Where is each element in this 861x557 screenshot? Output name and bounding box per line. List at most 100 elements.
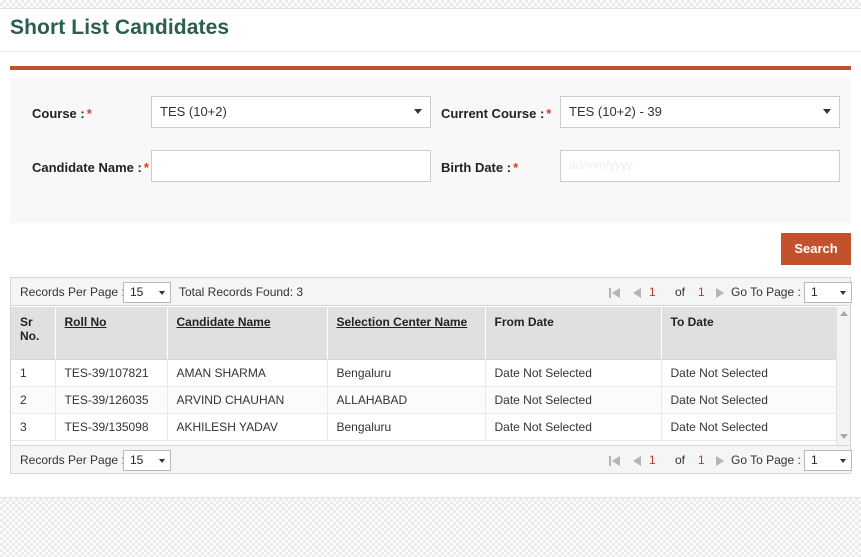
results-grid: Records Per Page : 15 Total Records Foun… [10,277,852,474]
search-button[interactable]: Search [781,233,851,265]
scroll-up-arrow-icon[interactable] [840,311,848,316]
column-header-candidate-name[interactable]: Candidate Name [167,307,328,360]
current-course-select[interactable]: TES (10+2) - 39 [560,96,840,128]
birth-date-field-wrap[interactable]: dd/mm/yyyy [560,150,840,182]
birth-date-label-text: Birth Date : [441,160,512,175]
column-header-from-date-label: From Date [494,315,554,329]
cell-roll-no: TES-39/126035 [55,386,168,414]
current-course-required-star: * [546,106,552,121]
column-header-sr-no: Sr No. [11,307,56,360]
cell-candidate-name: AMAN SHARMA [167,359,328,387]
cell-selection-center: Bengaluru [327,359,486,387]
column-header-roll-no[interactable]: Roll No [55,307,168,360]
cell-roll-no: TES-39/107821 [55,359,168,387]
column-header-selection-center-name[interactable]: Selection Center Name [327,307,486,360]
records-per-page-label-top: Records Per Page : [20,285,125,299]
birth-date-label: Birth Date : * [441,160,518,175]
column-header-selection-center-name-label[interactable]: Selection Center Name [337,315,468,329]
search-form-panel: Course : * TES (10+2) Current Course : * T… [10,78,851,223]
cell-from-date: Date Not Selected [485,413,662,441]
course-select-value: TES (10+2) [160,104,227,119]
chevron-down-icon [414,109,422,114]
course-label-text: Course : [32,106,85,121]
cell-sr-no: 3 [11,413,56,441]
previous-page-icon[interactable] [630,446,644,474]
go-to-page-label-top: Go To Page : [731,285,801,299]
current-page-number-top: 1 [649,285,656,299]
candidate-name-label: Candidate Name : * [32,160,149,175]
cell-sr-no: 1 [11,359,56,387]
candidates-table: Sr No. Roll No Candidate Name Selection … [11,307,838,441]
column-header-roll-no-label[interactable]: Roll No [65,315,107,329]
page-of-label-top: of [675,285,686,299]
page-root: Short List Candidates Course : * TES (10+… [0,0,861,557]
birth-date-required-star: * [513,160,519,175]
first-page-icon[interactable] [609,278,623,306]
column-header-to-date: To Date [661,307,838,360]
next-page-icon[interactable] [713,446,727,474]
page-of-label-bottom: of [675,453,686,467]
course-label: Course : * [32,106,92,121]
course-required-star: * [86,106,92,121]
total-records-label-top: Total Records Found: 3 [179,285,304,299]
table-scroll-area: Sr No. Roll No Candidate Name Selection … [11,307,850,445]
footer-texture-strip [0,498,861,557]
cell-to-date: Date Not Selected [661,359,838,387]
cell-from-date: Date Not Selected [485,359,662,387]
go-to-page-value-top: 1 [811,285,818,299]
current-page-number-bottom: 1 [649,453,656,467]
next-page-icon[interactable] [713,278,727,306]
chevron-down-icon [840,291,846,295]
page-header: Short List Candidates [0,9,861,52]
records-per-page-value-bottom: 15 [130,453,144,467]
column-header-sr-no-label: Sr No. [20,315,40,343]
table-row[interactable]: 3 TES-39/135098 AKHILESH YADAV Bengaluru… [11,413,838,441]
cell-to-date: Date Not Selected [661,386,838,414]
previous-page-icon[interactable] [630,278,644,306]
table-row[interactable]: 2 TES-39/126035 ARVIND CHAUHAN ALLAHABAD… [11,386,838,414]
chevron-down-icon [840,459,846,463]
cell-selection-center: Bengaluru [327,413,486,441]
go-to-page-select-top[interactable]: 1 [804,282,852,303]
candidate-name-input[interactable] [151,150,431,182]
cell-from-date: Date Not Selected [485,386,662,414]
course-select[interactable]: TES (10+2) [151,96,431,128]
accent-divider [10,66,851,70]
total-pages-bottom: 1 [698,453,705,467]
scroll-down-arrow-icon[interactable] [840,434,848,439]
chevron-down-icon [823,109,831,114]
records-per-page-select-bottom[interactable]: 15 [123,450,171,471]
records-per-page-select-top[interactable]: 15 [123,282,171,303]
column-header-candidate-name-label[interactable]: Candidate Name [177,315,271,329]
current-course-label-text: Current Course : [441,106,545,121]
pager-bottom: Records Per Page : 15 1 of 1 Go To Page … [11,445,852,474]
cell-selection-center: ALLAHABAD [327,386,486,414]
table-header-row: Sr No. Roll No Candidate Name Selection … [11,307,838,360]
total-pages-top: 1 [698,285,705,299]
cell-to-date: Date Not Selected [661,413,838,441]
go-to-page-value-bottom: 1 [811,453,818,467]
column-header-to-date-label: To Date [670,315,714,329]
records-per-page-label-bottom: Records Per Page : [20,453,125,467]
cell-candidate-name: ARVIND CHAUHAN [167,386,328,414]
first-page-icon[interactable] [609,446,623,474]
current-course-label: Current Course : * [441,106,551,121]
current-course-select-value: TES (10+2) - 39 [569,104,662,119]
page-title: Short List Candidates [10,16,230,39]
top-texture-strip [0,0,861,8]
cell-candidate-name: AKHILESH YADAV [167,413,328,441]
candidate-name-label-text: Candidate Name : [32,160,142,175]
chevron-down-icon [159,291,165,295]
go-to-page-select-bottom[interactable]: 1 [804,450,852,471]
records-per-page-value-top: 15 [130,285,144,299]
column-header-from-date: From Date [485,307,662,360]
table-row[interactable]: 1 TES-39/107821 AMAN SHARMA Bengaluru Da… [11,359,838,387]
cell-roll-no: TES-39/135098 [55,413,168,441]
cell-sr-no: 2 [11,386,56,414]
candidate-name-required-star: * [143,160,149,175]
chevron-down-icon [159,459,165,463]
table-vertical-scrollbar[interactable] [836,307,850,445]
birth-date-placeholder-ghost: dd/mm/yyyy [569,158,634,172]
go-to-page-label-bottom: Go To Page : [731,453,801,467]
pager-top: Records Per Page : 15 Total Records Foun… [11,278,852,306]
